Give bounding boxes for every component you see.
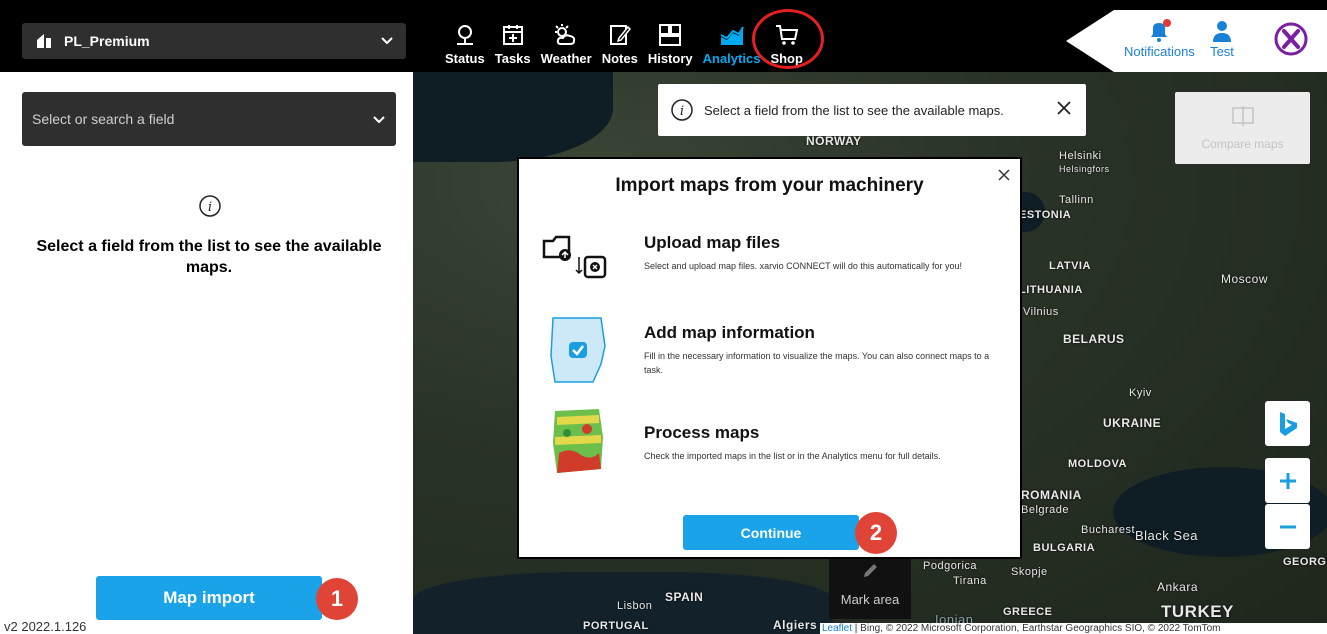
nav-history[interactable]: History — [643, 14, 698, 66]
import-maps-dialog: Import maps from your machinery Upload m… — [517, 157, 1022, 559]
farm-icon — [37, 34, 51, 48]
continue-button[interactable]: Continue — [683, 515, 859, 550]
step-add-map-information: Add map information Fill in the necessar… — [644, 323, 990, 375]
map-water-north — [413, 72, 613, 162]
map-import-button[interactable]: Map import — [96, 576, 322, 620]
info-icon: i — [671, 99, 693, 121]
user-icon — [1213, 21, 1231, 42]
map-attribution: Leaflet | Bing, © 2022 Microsoft Corpora… — [820, 623, 1327, 634]
user-button[interactable]: Test — [1210, 18, 1234, 59]
compare-maps-button[interactable]: Compare maps — [1175, 92, 1310, 164]
upload-files-icon — [542, 235, 607, 279]
chevron-down-icon — [381, 37, 393, 45]
zoom-out-button[interactable] — [1265, 504, 1310, 549]
leaflet-link[interactable]: Leaflet — [822, 623, 852, 634]
analytics-icon — [720, 26, 744, 45]
bing-icon — [1279, 411, 1297, 436]
xarvio-logo-icon[interactable] — [1274, 22, 1308, 56]
weather-icon — [555, 24, 576, 45]
nav-notes[interactable]: Notes — [597, 14, 643, 66]
step-badge-2: 2 — [855, 512, 897, 554]
compare-maps-label: Compare maps — [1201, 137, 1284, 151]
left-panel: Select or search a field i Select a fiel… — [0, 72, 413, 634]
info-icon: i — [199, 195, 221, 217]
history-icon — [659, 24, 682, 46]
bing-layer-button[interactable] — [1265, 401, 1310, 446]
no-field-message: Select a field from the list to see the … — [36, 238, 382, 276]
close-icon[interactable] — [998, 169, 1010, 181]
svg-text:i: i — [208, 200, 212, 215]
process-maps-icon — [553, 409, 603, 473]
chevron-down-icon — [373, 116, 385, 124]
farm-selector[interactable]: PL_Premium — [22, 23, 406, 59]
close-icon[interactable] — [1056, 100, 1072, 116]
compare-maps-icon — [1231, 106, 1254, 126]
notifications-button[interactable]: Notifications — [1124, 18, 1195, 59]
step-process-maps: Process maps Check the imported maps in … — [644, 423, 941, 461]
plus-icon — [1279, 472, 1296, 489]
zoom-in-button[interactable] — [1265, 458, 1310, 503]
step-badge-1: 1 — [316, 578, 358, 620]
info-toast: i Select a field from the list to see th… — [658, 84, 1086, 136]
bell-icon — [1151, 19, 1172, 42]
nav-status[interactable]: Status — [440, 14, 490, 66]
field-search-select[interactable]: Select or search a field — [22, 92, 396, 146]
version-label: v2 2022.1.126 — [0, 620, 100, 634]
step-upload-map-files: Upload map files Select and upload map f… — [644, 233, 962, 271]
map-information-icon — [550, 317, 606, 383]
pencil-icon — [864, 564, 877, 577]
notes-icon — [609, 25, 631, 45]
field-search-placeholder: Select or search a field — [32, 111, 175, 127]
status-pin-icon — [456, 25, 473, 45]
tasks-icon — [502, 25, 523, 45]
minus-icon — [1279, 525, 1296, 528]
analytics-highlight-ring — [752, 9, 824, 69]
mark-area-button[interactable]: Mark area — [829, 557, 911, 619]
nav-tasks[interactable]: Tasks — [490, 14, 536, 66]
nav-weather[interactable]: Weather — [536, 14, 597, 66]
svg-text:i: i — [680, 104, 684, 119]
farm-name: PL_Premium — [64, 33, 150, 49]
toast-message: Select a field from the list to see the … — [704, 102, 1004, 118]
dialog-title: Import maps from your machinery — [615, 175, 924, 196]
top-bar: PL_Premium Status Tasks Weather Notes Hi… — [0, 0, 1327, 72]
